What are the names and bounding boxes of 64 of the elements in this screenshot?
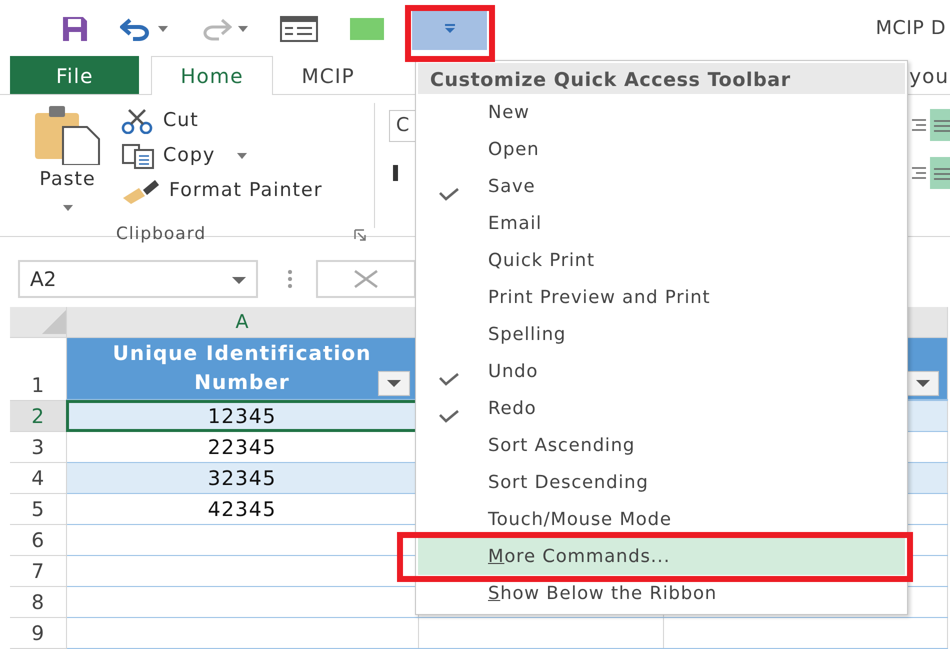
caret-icon — [237, 153, 248, 160]
column-header[interactable]: A — [66, 307, 418, 337]
filter-button[interactable] — [378, 371, 410, 396]
scissors-icon — [121, 108, 155, 134]
ribbon-tab[interactable]: MCIP — [272, 56, 384, 94]
row-header[interactable]: 4 — [10, 462, 66, 494]
table-cell: 32345 — [66, 462, 418, 494]
file-tab[interactable]: File — [10, 56, 140, 94]
ribbon-tab[interactable]: Home — [151, 56, 273, 95]
paintbrush-icon — [121, 178, 161, 204]
menu-item[interactable]: Email — [418, 205, 905, 242]
filter-button[interactable] — [906, 371, 938, 396]
menu-item[interactable]: Sort Descending — [418, 464, 905, 501]
align-button-icon[interactable] — [930, 157, 950, 189]
menu-item[interactable]: Redo — [418, 390, 905, 427]
menu-item[interactable]: Show Below the Ribbon — [418, 575, 905, 612]
grip-icon — [288, 270, 292, 288]
save-icon — [62, 16, 88, 42]
ribbon-command[interactable]: Cut — [121, 103, 323, 138]
group-label: Clipboard — [116, 223, 206, 246]
ribbon-command[interactable]: Format Painter — [121, 173, 323, 208]
menu-title: Customize Quick Access Toolbar — [418, 63, 905, 94]
row-header[interactable]: 7 — [10, 556, 66, 586]
copy-icon — [121, 142, 155, 168]
menu-item[interactable]: More Commands... — [418, 538, 905, 575]
align-icon[interactable] — [912, 166, 926, 180]
menu-item[interactable]: Spelling — [418, 316, 905, 353]
menu-item[interactable]: Sort Ascending — [418, 427, 905, 464]
caret-icon — [158, 26, 168, 32]
caret-icon — [232, 276, 246, 284]
caret-icon — [916, 380, 930, 387]
row-header[interactable]: 8 — [10, 586, 66, 618]
table-cell: 12345 — [66, 400, 418, 432]
row-header[interactable]: 3 — [10, 432, 66, 462]
ribbon-command[interactable]: Copy — [121, 138, 323, 173]
row-header[interactable]: 6 — [10, 524, 66, 556]
corner-triangle-icon — [42, 310, 66, 334]
form-icon — [280, 16, 318, 42]
row-header[interactable]: 5 — [10, 494, 66, 524]
menu-item[interactable]: Save — [418, 168, 905, 205]
align-icon[interactable] — [912, 118, 926, 132]
column-heading-text: Unique Identification Number — [112, 340, 372, 396]
paste-button[interactable]: Paste — [30, 103, 105, 222]
dialog-launcher-icon[interactable] — [354, 229, 366, 242]
bold-icon[interactable] — [393, 164, 398, 181]
caret-icon — [62, 205, 72, 212]
name-box[interactable]: A2 — [18, 260, 258, 298]
menu-item[interactable]: Print Preview and Print — [418, 279, 905, 316]
close-icon — [353, 270, 379, 288]
row-header[interactable]: 1 — [10, 337, 66, 400]
row-header[interactable]: 2 — [10, 400, 66, 432]
caret-icon — [238, 26, 248, 32]
ribbon-tab[interactable]: you — [906, 56, 950, 94]
row-header[interactable]: 9 — [10, 618, 66, 648]
clipboard-icon — [34, 103, 100, 165]
menu-item[interactable]: Quick Print — [418, 242, 905, 279]
dropdown-icon — [444, 24, 456, 34]
align-button-icon[interactable] — [930, 109, 950, 141]
menu-item[interactable]: Undo — [418, 353, 905, 390]
menu-item[interactable]: Touch/Mouse Mode — [418, 501, 905, 538]
color-swatch-icon — [350, 18, 384, 40]
undo-icon — [120, 16, 152, 40]
window-title: MCIP D — [876, 16, 946, 42]
caret-icon — [386, 380, 400, 387]
